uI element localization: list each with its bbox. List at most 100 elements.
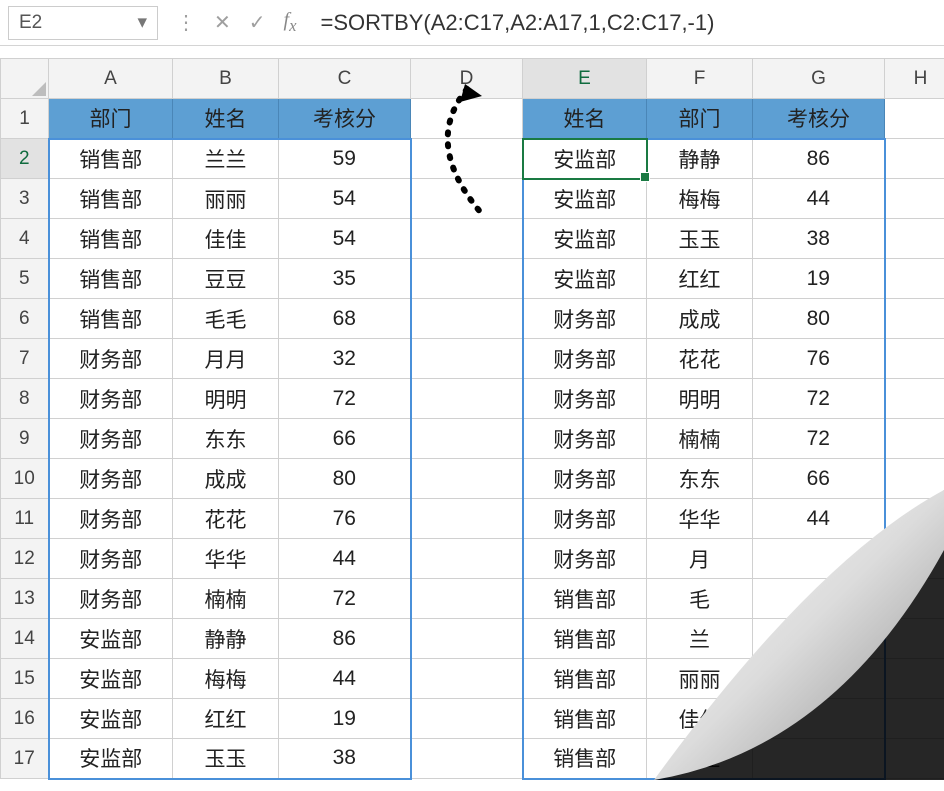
cell[interactable]: 丽丽 [647,659,753,699]
cell[interactable]: 销售部 [523,619,647,659]
cell[interactable]: 兰兰 [173,139,279,179]
row-header[interactable]: 17 [1,739,49,779]
cell[interactable]: 财务部 [523,299,647,339]
cell[interactable]: 财务部 [49,419,173,459]
col-header-b[interactable]: B [173,59,279,99]
cell[interactable]: 红红 [173,699,279,739]
name-box-dropdown-icon[interactable]: ▾ [137,11,147,34]
cell[interactable] [885,499,944,539]
cell[interactable] [411,259,523,299]
col-header-d[interactable]: D [411,59,523,99]
row-header[interactable]: 11 [1,499,49,539]
cell[interactable]: 丽丽 [173,179,279,219]
cell[interactable]: 成成 [647,299,753,339]
cell[interactable]: 86 [753,139,885,179]
cell[interactable]: 32 [279,339,411,379]
cell[interactable] [411,539,523,579]
cell[interactable]: 安监部 [523,259,647,299]
cell[interactable]: 玉玉 [173,739,279,779]
cell[interactable] [885,179,944,219]
cell[interactable]: 76 [753,339,885,379]
cell[interactable]: 35 [279,259,411,299]
cell[interactable]: 成成 [173,459,279,499]
col-header-a[interactable]: A [49,59,173,99]
cell[interactable]: 安监部 [523,179,647,219]
row-header[interactable]: 6 [1,299,49,339]
cell[interactable]: 44 [279,539,411,579]
cell[interactable] [411,419,523,459]
cell[interactable] [885,739,944,779]
col-header-f[interactable]: F [647,59,753,99]
cell[interactable] [411,659,523,699]
cell[interactable]: 44 [753,499,885,539]
cell[interactable] [753,739,885,779]
cell[interactable] [753,579,885,619]
cell[interactable]: 72 [753,379,885,419]
cell[interactable] [411,379,523,419]
cell[interactable] [411,139,523,179]
spreadsheet-grid[interactable]: A B C D E F G H 1 部门 姓名 考核分 姓名 部门 考核分 2销… [0,58,944,780]
cell[interactable] [885,139,944,179]
cell[interactable]: 财务部 [49,339,173,379]
cell[interactable]: 安监部 [49,699,173,739]
fx-icon[interactable]: fx [284,9,297,36]
cell[interactable]: 花花 [173,499,279,539]
cell[interactable]: 豆豆 [647,739,753,779]
row-header[interactable]: 15 [1,659,49,699]
cell[interactable] [411,739,523,779]
cell[interactable]: 月月 [173,339,279,379]
cell[interactable]: 楠楠 [647,419,753,459]
cell[interactable]: 财务部 [523,499,647,539]
cell[interactable]: 豆豆 [173,259,279,299]
col-header-g[interactable]: G [753,59,885,99]
header-cell[interactable]: 考核分 [753,99,885,139]
cell[interactable] [753,619,885,659]
accept-icon[interactable]: ✓ [249,10,266,35]
cell[interactable]: 86 [279,619,411,659]
cell[interactable]: 72 [279,579,411,619]
cell[interactable] [753,659,885,699]
cell[interactable]: 财务部 [49,459,173,499]
cell[interactable]: 财务部 [523,379,647,419]
cell[interactable]: 72 [753,419,885,459]
cell[interactable]: 销售部 [523,699,647,739]
cell[interactable] [885,659,944,699]
cell[interactable]: 44 [279,659,411,699]
cell[interactable]: 54 [279,219,411,259]
cell[interactable]: 76 [279,499,411,539]
cell[interactable]: 38 [753,219,885,259]
header-cell[interactable]: 姓名 [523,99,647,139]
cell[interactable] [411,179,523,219]
row-header[interactable]: 10 [1,459,49,499]
cell[interactable]: 安监部 [49,739,173,779]
cell[interactable] [411,619,523,659]
col-header-h[interactable]: H [885,59,944,99]
header-cell[interactable]: 考核分 [279,99,411,139]
cell[interactable] [885,619,944,659]
header-cell[interactable]: 部门 [647,99,753,139]
select-all-corner[interactable] [1,59,49,99]
row-header[interactable]: 2 [1,139,49,179]
cell[interactable] [885,259,944,299]
cell[interactable]: 销售部 [49,179,173,219]
cell[interactable] [411,459,523,499]
cell[interactable]: 安监部 [523,139,647,179]
formula-input[interactable] [315,8,937,38]
row-header[interactable]: 9 [1,419,49,459]
row-header[interactable]: 5 [1,259,49,299]
cell[interactable]: 财务部 [49,499,173,539]
cell[interactable]: 销售部 [49,219,173,259]
cell[interactable]: 销售部 [49,259,173,299]
cell[interactable] [885,699,944,739]
cell[interactable]: 毛毛 [173,299,279,339]
header-cell[interactable]: 姓名 [173,99,279,139]
cell[interactable] [411,499,523,539]
cell[interactable]: 华华 [647,499,753,539]
cell[interactable]: 东东 [173,419,279,459]
cell[interactable]: 明明 [173,379,279,419]
cell[interactable]: 80 [279,459,411,499]
cell[interactable]: 54 [279,179,411,219]
cell[interactable]: 19 [753,259,885,299]
cell[interactable]: 安监部 [49,619,173,659]
cell[interactable]: 销售部 [523,739,647,779]
